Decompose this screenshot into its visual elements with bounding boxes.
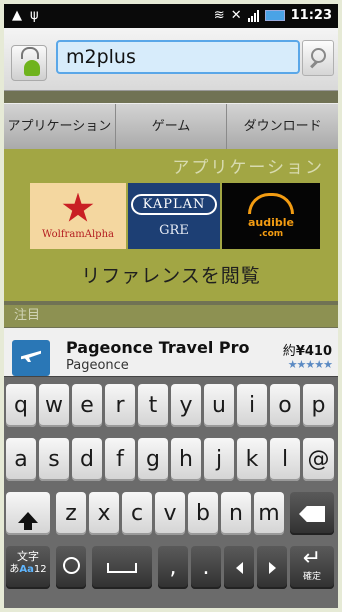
mode-number: 12 <box>33 564 47 575</box>
search-button[interactable] <box>302 40 334 76</box>
market-content: アプリケーション ゲーム ダウンロード アプリケーション WolframAlph… <box>4 91 338 376</box>
mute-icon: ✕ <box>230 8 242 23</box>
market-bag-icon[interactable] <box>11 45 47 81</box>
key-r[interactable]: r <box>105 384 135 427</box>
tile-label: audible <box>247 216 294 229</box>
search-bar: m2plus <box>4 28 338 91</box>
key-c[interactable]: c <box>122 492 152 535</box>
price-prefix: 約 <box>282 344 296 359</box>
tile-sublabel: GRE <box>159 223 189 238</box>
space-icon <box>107 563 137 573</box>
key-a[interactable]: a <box>6 438 36 481</box>
tab-games[interactable]: ゲーム <box>116 104 228 150</box>
keyboard-row-1: q w e r t y u i o p <box>6 381 336 431</box>
tab-applications[interactable]: アプリケーション <box>4 104 116 150</box>
key-s[interactable]: s <box>39 438 69 481</box>
rating-stars: ★★★★★ <box>287 358 333 371</box>
tab-downloads[interactable]: ダウンロード <box>227 104 338 150</box>
app-developer: Pageonce <box>66 358 129 373</box>
key-u[interactable]: u <box>204 384 234 427</box>
status-bar: ▲ ψ ≋ ✕ 11:23 <box>4 4 338 28</box>
key-t[interactable]: t <box>138 384 168 427</box>
key-y[interactable]: y <box>171 384 201 427</box>
input-mode-key[interactable]: 文字 あAa12 <box>6 546 50 589</box>
keyboard-row-2: a s d f g h j k l @ <box>6 435 336 485</box>
featured-banner[interactable]: アプリケーション WolframAlpha KAPLAN GRE audible… <box>4 149 338 301</box>
enter-icon: ↵ <box>302 546 322 571</box>
keyboard-row-4: 文字 あAa12 , . ↵ 確定 <box>6 543 336 593</box>
space-key[interactable] <box>92 546 152 589</box>
cursor-left-key[interactable] <box>224 546 254 589</box>
key-p[interactable]: p <box>303 384 334 427</box>
key-l[interactable]: l <box>270 438 300 481</box>
tile-label: WolframAlpha <box>42 228 114 240</box>
banner-tile-wolframalpha[interactable]: WolframAlpha <box>30 183 126 249</box>
shift-icon <box>18 512 38 530</box>
key-g[interactable]: g <box>138 438 168 481</box>
category-tabs: アプリケーション ゲーム ダウンロード <box>4 103 338 151</box>
mode-sublabel: あAa12 <box>6 563 50 576</box>
tile-sublabel: .com <box>258 229 284 239</box>
key-comma[interactable]: , <box>158 546 188 589</box>
key-m[interactable]: m <box>254 492 284 535</box>
usb-icon: ψ <box>30 8 39 23</box>
key-v[interactable]: v <box>155 492 185 535</box>
key-f[interactable]: f <box>105 438 135 481</box>
signal-icon <box>247 9 259 22</box>
plane-icon <box>12 340 50 376</box>
featured-app-row[interactable]: Pageonce Travel Pro Pageonce 約¥410 ★★★★★ <box>4 328 338 376</box>
mode-label: 文字 <box>17 550 39 563</box>
key-i[interactable]: i <box>237 384 267 427</box>
chevron-left-icon <box>235 562 243 574</box>
key-at[interactable]: @ <box>303 438 334 481</box>
key-period[interactable]: . <box>191 546 221 589</box>
wolframalpha-logo-icon <box>62 192 94 222</box>
key-h[interactable]: h <box>171 438 201 481</box>
emoji-key[interactable] <box>56 546 86 589</box>
banner-caption: リファレンスを閲覧 <box>81 265 261 287</box>
shift-key[interactable] <box>6 492 50 535</box>
enter-label: 確定 <box>302 572 321 582</box>
key-w[interactable]: w <box>39 384 69 427</box>
key-o[interactable]: o <box>270 384 300 427</box>
mode-alpha: Aa <box>19 564 34 575</box>
key-n[interactable]: n <box>221 492 251 535</box>
key-q[interactable]: q <box>6 384 36 427</box>
search-input[interactable]: m2plus <box>56 40 300 74</box>
key-z[interactable]: z <box>56 492 86 535</box>
phone-screen: ▲ ψ ≋ ✕ 11:23 m2plus アプリケーション ゲーム ダウンロード… <box>4 4 338 608</box>
audible-logo-icon <box>248 193 294 214</box>
key-k[interactable]: k <box>237 438 267 481</box>
key-e[interactable]: e <box>72 384 102 427</box>
key-j[interactable]: j <box>204 438 234 481</box>
key-b[interactable]: b <box>188 492 218 535</box>
mode-hiragana: あ <box>9 564 20 575</box>
app-name: Pageonce Travel Pro <box>66 338 250 357</box>
chevron-right-icon <box>268 562 276 574</box>
section-header: 注目 <box>4 305 338 327</box>
emoji-icon <box>62 557 80 574</box>
keyboard-row-3: z x c v b n m <box>6 489 336 539</box>
banner-tile-audible[interactable]: audible .com <box>222 183 320 249</box>
banner-title: アプリケーション <box>172 158 324 178</box>
cursor-right-key[interactable] <box>257 546 287 589</box>
key-x[interactable]: x <box>89 492 119 535</box>
enter-key[interactable]: ↵ 確定 <box>290 546 334 589</box>
soft-keyboard: q w e r t y u i o p a s d f g h j k l @ … <box>4 376 338 608</box>
wifi-icon: ≋ <box>213 8 225 23</box>
backspace-key[interactable] <box>290 492 334 535</box>
tile-label: KAPLAN <box>130 194 218 215</box>
key-d[interactable]: d <box>72 438 102 481</box>
price-value: ¥410 <box>295 344 332 359</box>
banner-tile-kaplan[interactable]: KAPLAN GRE <box>128 183 220 249</box>
app-price: 約¥410 <box>283 340 332 359</box>
battery-icon <box>264 10 285 21</box>
warning-icon: ▲ <box>12 8 22 23</box>
status-clock: 11:23 <box>290 8 332 23</box>
backspace-icon <box>299 506 325 522</box>
